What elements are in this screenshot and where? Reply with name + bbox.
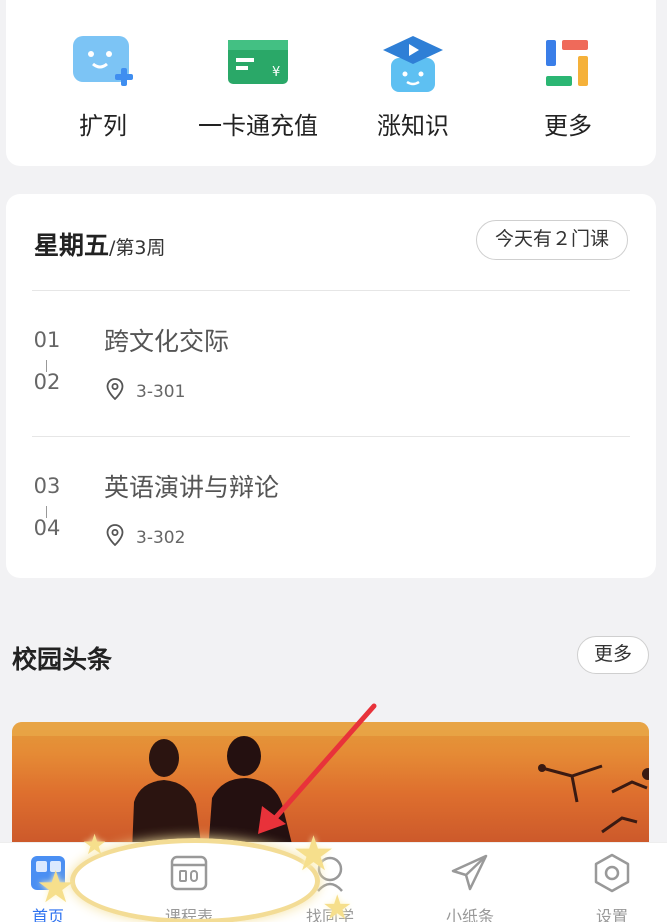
settings-icon xyxy=(592,853,632,893)
news-more-button[interactable]: 更多 xyxy=(576,636,649,674)
graduation-cap-icon xyxy=(381,36,445,96)
course-location: 3-301 xyxy=(106,378,185,405)
quick-action-card-recharge[interactable]: ¥ 一卡通充值 xyxy=(183,36,333,141)
highlight-ellipse xyxy=(70,838,320,922)
location-pin-icon xyxy=(106,378,124,405)
today-schedule-card: 星期五/第3周 今天有２门课 01 02 跨文化交际 3-301 03 04 英… xyxy=(6,194,656,578)
divider xyxy=(32,436,630,437)
add-friend-icon xyxy=(71,36,135,96)
quick-action-label: 扩列 xyxy=(79,112,127,140)
course-room: 3-301 xyxy=(136,381,186,402)
week-number: /第3周 xyxy=(109,237,166,259)
quick-action-label: 一卡通充值 xyxy=(198,112,318,140)
star-icon: ★ xyxy=(322,888,353,922)
more-grid-icon xyxy=(536,36,600,96)
arrow-annotation xyxy=(258,703,377,834)
star-icon: ★ xyxy=(36,862,76,913)
course-item[interactable]: 01 02 跨文化交际 3-301 xyxy=(6,327,656,468)
paper-plane-icon xyxy=(450,853,490,893)
period-start: 03 xyxy=(33,474,61,498)
svg-text:¥: ¥ xyxy=(272,65,280,80)
quick-action-label: 更多 xyxy=(544,112,592,140)
quick-action-add-friend[interactable]: 扩列 xyxy=(28,36,178,141)
quick-action-knowledge[interactable]: 涨知识 xyxy=(338,36,488,141)
period-end: 04 xyxy=(33,516,61,540)
divider xyxy=(32,290,630,291)
course-item[interactable]: 03 04 英语演讲与辩论 3-302 xyxy=(6,473,656,614)
course-room: 3-302 xyxy=(136,527,186,548)
course-name: 跨文化交际 xyxy=(104,327,230,356)
quick-action-more[interactable]: 更多 xyxy=(493,36,643,141)
period-end: 02 xyxy=(33,370,61,394)
card-recharge-icon: ¥ xyxy=(226,36,290,96)
weekday: 星期五 xyxy=(34,231,110,260)
course-name: 英语演讲与辩论 xyxy=(104,473,280,502)
location-pin-icon xyxy=(106,524,124,551)
star-icon: ★ xyxy=(82,828,108,861)
tab-notes[interactable]: 小纸条 xyxy=(410,853,530,922)
weekday-title: 星期五/第3周 xyxy=(34,226,166,262)
period-start: 01 xyxy=(33,328,61,352)
campus-news-title: 校园头条 xyxy=(12,645,113,674)
today-courses-button[interactable]: 今天有２门课 xyxy=(475,220,628,260)
tab-settings[interactable]: 设置 xyxy=(552,853,667,922)
quick-action-label: 涨知识 xyxy=(377,112,449,140)
quick-actions-card: 扩列 ¥ 一卡通充值 涨知识 更多 xyxy=(6,0,656,166)
tab-label: 小纸条 xyxy=(445,907,494,922)
tab-label: 设置 xyxy=(595,907,628,922)
course-location: 3-302 xyxy=(106,524,185,551)
